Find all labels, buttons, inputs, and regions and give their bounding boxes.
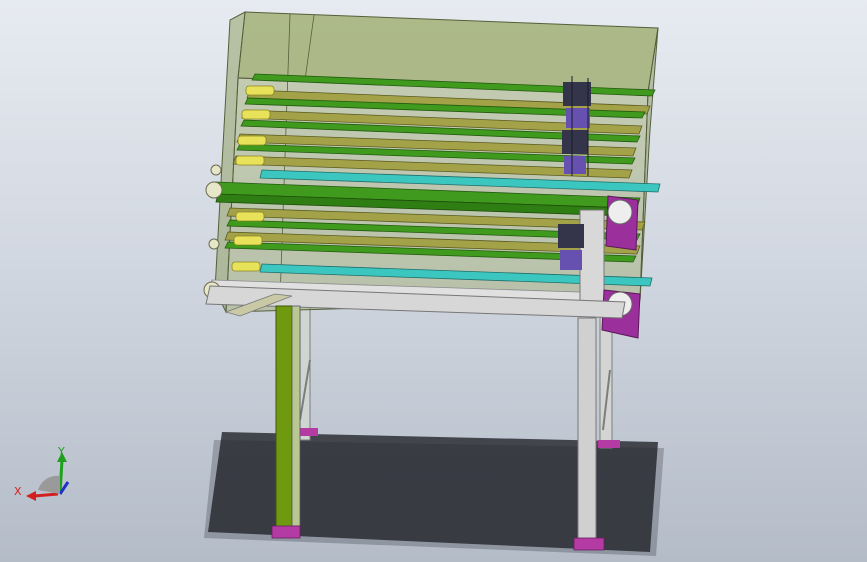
front-left-leg xyxy=(275,305,293,531)
back-legs xyxy=(298,299,620,449)
coordinate-triad: X Y xyxy=(12,446,78,506)
conveyor-rack-model[interactable] xyxy=(0,0,867,562)
y-axis-label: Y xyxy=(58,445,65,458)
front-right-foot xyxy=(573,537,605,551)
back-right-foot xyxy=(598,440,620,448)
graphics-viewport[interactable]: X Y xyxy=(0,0,867,562)
x-axis-label: X xyxy=(14,485,22,498)
front-left-foot xyxy=(271,525,301,539)
back-left-foot xyxy=(298,428,318,436)
front-right-leg xyxy=(577,317,597,541)
